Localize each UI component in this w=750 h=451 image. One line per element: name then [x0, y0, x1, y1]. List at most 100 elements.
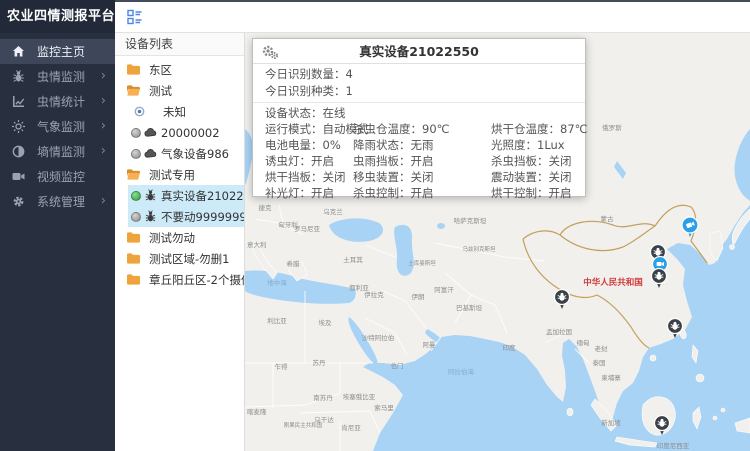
- sidebar: 农业四情测报平台 监控主页 虫情监测 › 虫情统计 ›: [0, 0, 115, 451]
- popup-row: 运行模式：自动模式 杀虫仓温度：90℃ 烘干仓温度：87℃: [253, 121, 585, 137]
- tree-label: 未知: [163, 104, 186, 120]
- status-dot-online: [131, 191, 141, 201]
- map-country-label: 索马里: [374, 403, 394, 412]
- video-camera-icon: [11, 170, 25, 184]
- fill-light: 补光灯：开启: [265, 185, 353, 201]
- dry-control: 烘干控制：开启: [491, 185, 585, 201]
- map-country-label: 埃及: [319, 318, 333, 327]
- app-title: 农业四情测报平台: [0, 0, 115, 33]
- insect-device-icon: [144, 210, 157, 223]
- kill-baffle: 杀虫挡板：关闭: [491, 153, 585, 169]
- map-country-label: 土耳其: [343, 255, 363, 264]
- folder-open-icon: [127, 84, 140, 97]
- popup-summary: 今日识别数量：4 今日识别种类：1: [253, 64, 585, 103]
- map-country-label: 土库曼斯坦: [408, 259, 436, 267]
- device-info-popup: 真实设备21022550 今日识别数量：4 今日识别种类：1 设备状态：在线 运…: [252, 38, 586, 197]
- tree-label: 章丘阳丘区-2个摄像头: [149, 272, 245, 288]
- sidebar-item-label: 视频监控: [37, 168, 85, 185]
- device-status: 设备状态：在线: [253, 105, 585, 121]
- device-tree-toggle-icon[interactable]: [127, 9, 143, 25]
- sidebar-item-label: 监控主页: [37, 43, 85, 60]
- sidebar-item-soil-monitor[interactable]: 墒情监测 ›: [0, 139, 115, 164]
- chevron-right-icon: ›: [101, 93, 106, 108]
- tree-device-donttouch-99999999[interactable]: 不要动99999999: [128, 206, 244, 227]
- map-country-label: 乌克兰: [323, 207, 343, 216]
- device-list-panel: 设备列表 东区 测试 未知: [115, 33, 245, 451]
- sidebar-item-insect-monitor[interactable]: 虫情监测 ›: [0, 64, 115, 89]
- weather-station-icon: [144, 147, 157, 160]
- popup-row: 电池电量：0% 降雨状态：无雨 光照度：1Lux: [253, 137, 585, 153]
- insect-device-icon: [144, 189, 157, 202]
- folder-open-icon: [127, 168, 140, 181]
- tree-label: 气象设备986: [161, 146, 229, 162]
- folder-icon: [127, 231, 140, 244]
- tree-label: 20000002: [161, 126, 220, 140]
- tree-device-unknown[interactable]: 未知: [115, 101, 244, 122]
- tree-folder-test-dedicated[interactable]: 测试专用: [115, 164, 244, 185]
- map-sea-label: 阿拉伯海: [448, 367, 475, 376]
- lure-lamp: 诱虫灯：开启: [265, 153, 353, 169]
- tree-folder-zhangqiu-cameras[interactable]: 章丘阳丘区-2个摄像头: [115, 269, 244, 290]
- map-country-label: 苏丹: [313, 358, 327, 367]
- tree-folder-test-nomove[interactable]: 测试勿动: [115, 227, 244, 248]
- tree-label: 测试区域-勿删1: [149, 251, 229, 267]
- sidebar-item-system-settings[interactable]: 系统管理 ›: [0, 189, 115, 214]
- insect-move-device: 移虫装置：关闭: [353, 169, 491, 185]
- illuminance: 光照度：1Lux: [491, 137, 585, 153]
- map-country-label: 巴基斯坦: [456, 303, 483, 312]
- map-country-label: 柬埔寨: [601, 373, 621, 382]
- folder-icon: [127, 252, 140, 265]
- sidebar-item-insect-stats[interactable]: 虫情统计 ›: [0, 89, 115, 114]
- tree-label: 不要动99999999: [161, 209, 245, 225]
- sidebar-item-label: 虫情监测: [37, 68, 85, 85]
- device-tree: 东区 测试 未知 20000002: [115, 56, 244, 290]
- tree-label: 真实设备21022550: [161, 188, 245, 204]
- map-country-label: 埃塞俄比亚: [343, 392, 376, 401]
- map-canvas[interactable]: 俄罗斯 蒙古 哈萨克斯坦 乌兹别克斯坦 土库曼斯坦 捷克 乌克兰 匈牙利 罗马尼…: [245, 33, 750, 451]
- bug-icon: [11, 70, 25, 84]
- map-country-label: 俄罗斯: [602, 123, 622, 132]
- map-country-label: 老挝: [595, 344, 609, 353]
- popup-body: 设备状态：在线 运行模式：自动模式 杀虫仓温度：90℃ 烘干仓温度：87℃ 电池…: [253, 103, 585, 201]
- sidebar-item-weather-monitor[interactable]: 气象监测 ›: [0, 114, 115, 139]
- tree-label: 东区: [149, 62, 172, 78]
- chevron-right-icon: ›: [101, 193, 106, 208]
- map-country-label: 缅甸: [577, 338, 590, 347]
- chevron-right-icon: ›: [101, 143, 106, 158]
- globe-icon: [11, 145, 25, 159]
- vibration-device: 震动装置：关闭: [491, 169, 585, 185]
- tree-folder-test[interactable]: 测试: [115, 80, 244, 101]
- map-country-label: 乌兹别克斯坦: [462, 245, 496, 253]
- map-country-label: 肯尼亚: [341, 423, 361, 432]
- dry-chamber-temp: 烘干仓温度：87℃: [491, 121, 588, 137]
- popup-row: 烘干挡板：关闭 移虫装置：关闭 震动装置：关闭: [253, 169, 585, 185]
- sidebar-item-label: 虫情统计: [37, 93, 85, 110]
- tree-device-20000002[interactable]: 20000002: [115, 122, 244, 143]
- kill-chamber-temp: 杀虫仓温度：90℃: [353, 121, 491, 137]
- tree-device-real-21022550[interactable]: 真实设备21022550: [128, 185, 244, 206]
- line-chart-icon: [11, 95, 25, 109]
- tree-folder-east[interactable]: 东区: [115, 59, 244, 80]
- tree-device-weather-986[interactable]: 气象设备986: [115, 143, 244, 164]
- insect-rain-baffle: 虫雨挡板：开启: [353, 153, 491, 169]
- map-country-label: 阿曼: [423, 340, 437, 349]
- device-list-title: 设备列表: [115, 33, 244, 56]
- sidebar-item-monitor-home[interactable]: 监控主页: [0, 39, 115, 64]
- sun-icon: [11, 120, 25, 134]
- tree-folder-test-area-nodelete[interactable]: 测试区域-勿删1: [115, 248, 244, 269]
- map-country-label: 南苏丹: [313, 393, 333, 402]
- sidebar-item-label: 气象监测: [37, 118, 85, 135]
- map-country-label: 伊朗: [412, 292, 425, 301]
- today-recognition-species: 今日识别种类：1: [253, 83, 585, 100]
- map-country-label: 蒙古: [601, 214, 615, 223]
- map-country-label: 新加坡: [601, 418, 621, 427]
- map-country-label: 孟加拉国: [546, 327, 572, 336]
- sidebar-item-video-monitor[interactable]: 视频监控: [0, 164, 115, 189]
- popup-row: 诱虫灯：开启 虫雨挡板：开启 杀虫挡板：关闭: [253, 153, 585, 169]
- folder-icon: [127, 63, 140, 76]
- map-china-label: 中华人民共和国: [583, 277, 643, 288]
- popup-device-title: 真实设备21022550: [253, 39, 585, 64]
- status-dot-offline: [131, 128, 141, 138]
- sidebar-item-label: 墒情监测: [37, 143, 85, 160]
- position-icon: [134, 106, 145, 117]
